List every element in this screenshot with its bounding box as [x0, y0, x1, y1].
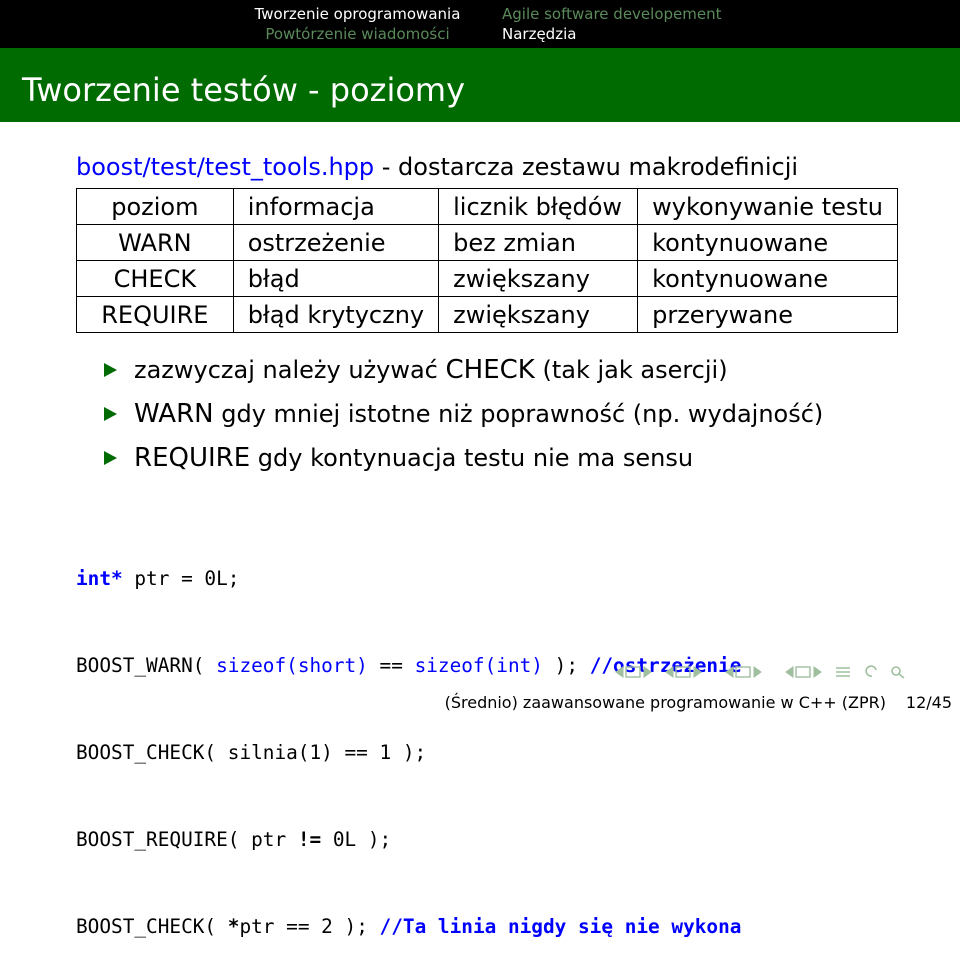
table-cell: WARN — [76, 224, 234, 261]
list-item: WARN gdy mniej istotne niż poprawność (n… — [104, 392, 823, 436]
intro-text: - dostarcza zestawu makrodefinicji — [374, 153, 799, 181]
table-cell: błąd krytyczny — [232, 296, 440, 333]
nav-prev-section-icon[interactable] — [725, 666, 734, 678]
code-text: BOOST_CHECK( — [76, 915, 228, 938]
page-title: Tworzenie testów - poziomy — [22, 71, 466, 109]
top-navigation-bar: Tworzenie oprogramowania Powtórzenie wia… — [0, 0, 960, 48]
frame-icon[interactable] — [625, 666, 641, 678]
nav-link-tworzenie-oprogramowania[interactable]: Tworzenie oprogramowania — [250, 4, 465, 24]
nav-next-frame-icon[interactable] — [643, 666, 652, 678]
search-handle — [898, 673, 905, 679]
bullet-keyword: WARN — [134, 399, 214, 429]
document-icon[interactable] — [795, 666, 811, 678]
bullet-keyword: CHECK — [445, 355, 535, 385]
table-cell: zwiększany — [438, 260, 639, 297]
code-text: == — [367, 654, 415, 677]
code-keyword: sizeof(short) — [216, 654, 368, 677]
code-line: BOOST_CHECK( silnia(1) == 1 ); — [76, 741, 427, 764]
undo-icon[interactable] — [865, 665, 877, 677]
nav-next-subsection-icon[interactable] — [693, 666, 702, 678]
nav-prev-frame-icon[interactable] — [615, 666, 624, 678]
search-icon[interactable] — [891, 666, 901, 676]
code-text: BOOST_WARN( — [76, 654, 217, 677]
code-operator: != — [297, 828, 322, 851]
code-operator: * — [227, 915, 240, 938]
table-cell: zwiększany — [438, 296, 639, 333]
bullet-text: gdy kontynuacja testu nie ma sensu — [250, 444, 694, 472]
bullet-text: zazwyczaj należy używać — [134, 356, 446, 384]
table-cell: CHECK — [76, 260, 234, 297]
bullet-list: zazwyczaj należy używać CHECK (tak jak a… — [104, 348, 823, 480]
subsection-icon[interactable] — [675, 666, 691, 678]
code-line: int* ptr = 0L; — [76, 564, 741, 593]
table-cell: przerywane — [637, 296, 898, 333]
table-cell: bez zmian — [438, 224, 639, 261]
table-cell: ostrzeżenie — [232, 224, 440, 261]
list-item: REQUIRE gdy kontynuacja testu nie ma sen… — [104, 436, 823, 480]
code-keyword: sizeof(int) — [414, 654, 543, 677]
table-header-row: poziom informacja licznik błędów wykonyw… — [76, 188, 898, 225]
table-cell: kontynuowane — [637, 260, 898, 297]
nav-prev-subsection-icon[interactable] — [665, 666, 674, 678]
table-header-cell: poziom — [76, 188, 234, 225]
triangle-bullet-icon — [104, 363, 117, 377]
nav-section-right: Agile software developement Narzędzia — [502, 4, 721, 44]
code-text: 0L ); — [321, 828, 392, 851]
code-line: BOOST_CHECK( *ptr == 2 ); //Ta linia nig… — [76, 912, 741, 941]
triangle-bullet-icon — [104, 407, 117, 421]
nav-section-left: Tworzenie oprogramowania Powtórzenie wia… — [250, 4, 465, 44]
triangle-bullet-icon — [104, 451, 117, 465]
code-text: BOOST_REQUIRE( ptr — [76, 828, 298, 851]
footer: (Średnio) zaawansowane programowanie w C… — [0, 690, 960, 716]
beamer-navigation-symbols — [615, 665, 905, 679]
table-header-cell: informacja — [232, 188, 440, 225]
bullet-text: (tak jak asercji) — [534, 356, 728, 384]
page-number: 12/45 — [905, 693, 952, 712]
code-keyword: int* — [76, 567, 123, 590]
align-icon[interactable] — [836, 667, 850, 677]
levels-table: poziom informacja licznik błędów wykonyw… — [76, 188, 898, 333]
table-header-cell: licznik błędów — [438, 188, 639, 225]
nav-link-narzedzia[interactable]: Narzędzia — [502, 24, 721, 44]
code-text: ); — [542, 654, 590, 677]
code-text: ptr = 0L; — [122, 567, 240, 590]
code-line: BOOST_REQUIRE( ptr != 0L ); — [76, 825, 741, 854]
intro-line: boost/test/test_tools.hpp - dostarcza ze… — [76, 152, 798, 182]
table-row: CHECK błąd zwiększany kontynuowane — [76, 260, 898, 297]
file-name: boost/test/test_tools.hpp — [76, 153, 375, 181]
bullet-keyword: REQUIRE — [134, 443, 251, 473]
nav-next-section-icon[interactable] — [753, 666, 762, 678]
code-block: int* ptr = 0L; BOOST_WARN( sizeof(short)… — [76, 506, 741, 970]
nav-link-agile[interactable]: Agile software developement — [502, 4, 721, 24]
section-icon[interactable] — [735, 666, 751, 678]
table-row: REQUIRE błąd krytyczny zwiększany przery… — [76, 296, 898, 333]
table-cell: błąd — [232, 260, 440, 297]
nav-next-document-icon[interactable] — [813, 666, 822, 678]
footer-title: (Średnio) zaawansowane programowanie w C… — [444, 693, 886, 712]
bullet-text: gdy mniej istotne niż poprawność (np. wy… — [213, 400, 824, 428]
code-comment: //Ta linia nigdy się nie wykona — [379, 915, 742, 938]
table-cell: REQUIRE — [76, 296, 234, 333]
code-text: ptr == 2 ); — [239, 915, 380, 938]
list-item: zazwyczaj należy używać CHECK (tak jak a… — [104, 348, 823, 392]
nav-prev-document-icon[interactable] — [785, 666, 794, 678]
table-header-cell: wykonywanie testu — [637, 188, 898, 225]
table-cell: kontynuowane — [637, 224, 898, 261]
nav-link-powtorzenie[interactable]: Powtórzenie wiadomości — [250, 24, 465, 44]
table-row: WARN ostrzeżenie bez zmian kontynuowane — [76, 224, 898, 261]
